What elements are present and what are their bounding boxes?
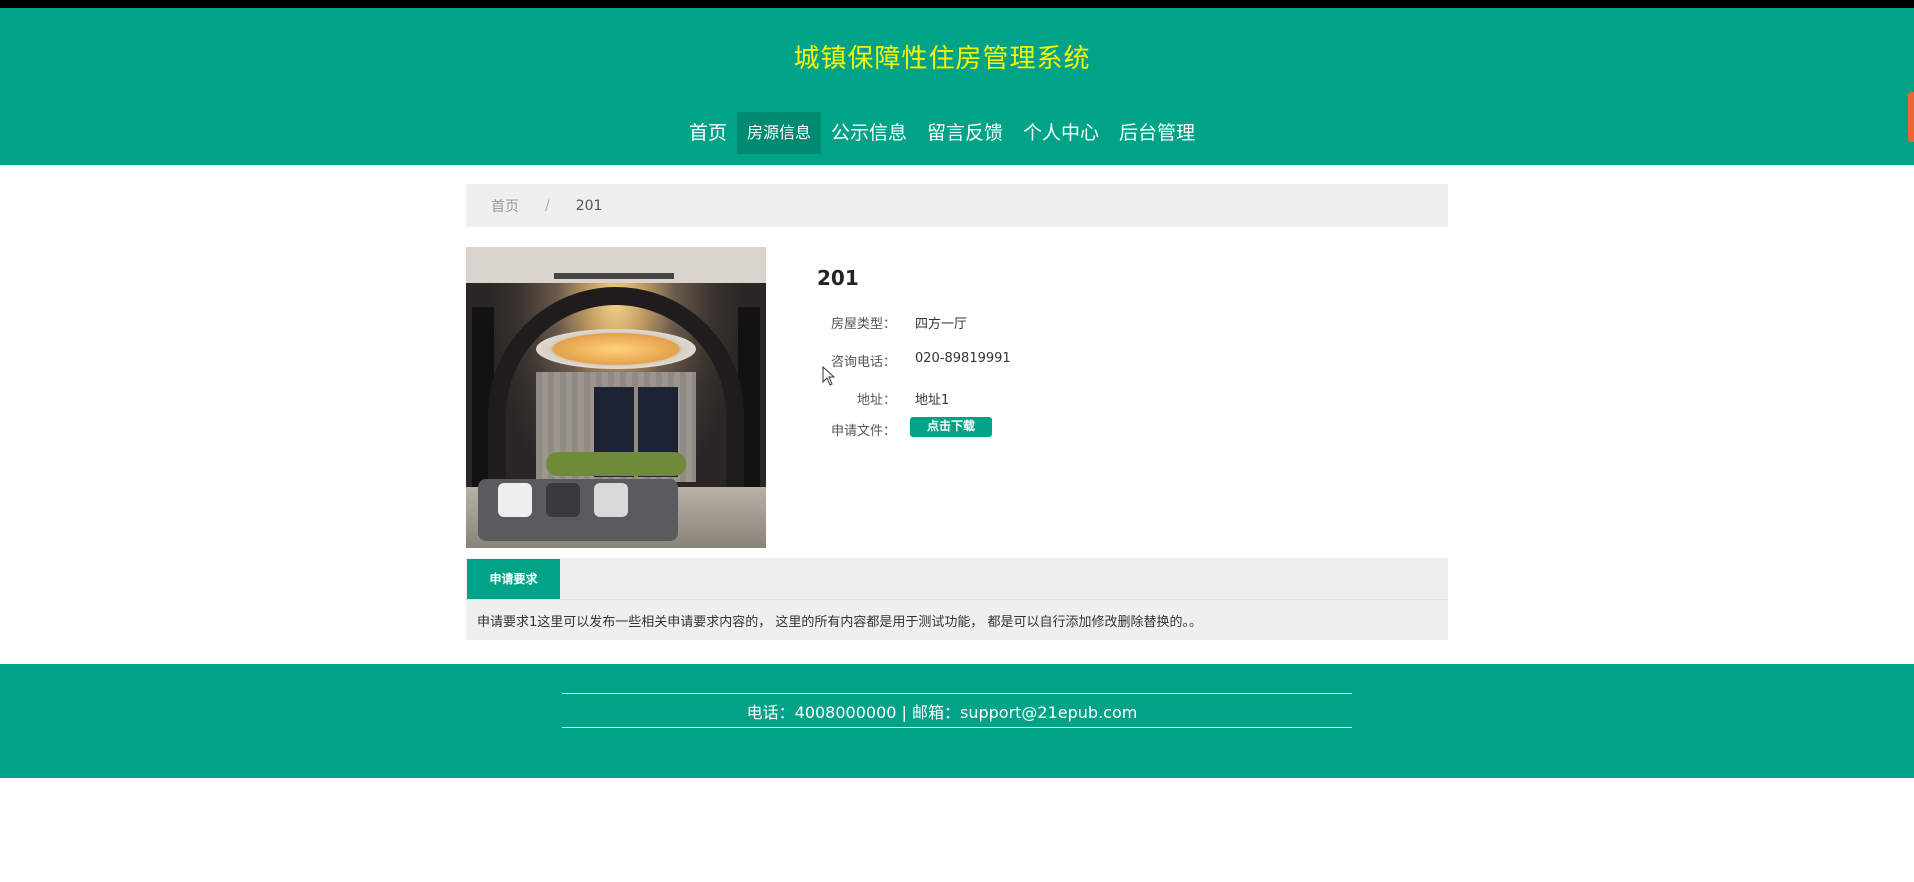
top-border <box>0 0 1914 8</box>
breadcrumb-current: 201 <box>575 197 603 214</box>
main-nav: 首页 房源信息 公示信息 留言反馈 个人中心 后台管理 <box>0 111 1884 155</box>
footer-divider-top <box>562 693 1352 694</box>
site-title: 城镇保障性住房管理系统 <box>793 44 1091 74</box>
field-application-file: 申请文件： <box>800 420 896 439</box>
footer-divider-bottom <box>562 727 1352 728</box>
field-value: 地址1 <box>915 393 950 408</box>
download-button[interactable]: 点击下载 <box>910 417 992 437</box>
listing-photo <box>466 247 766 548</box>
breadcrumb-separator: / <box>545 197 550 214</box>
field-value: 四方一厅 <box>915 317 968 332</box>
nav-item-user-center[interactable]: 个人中心 <box>1013 114 1109 152</box>
requirements-content: 申请要求1这里可以发布一些相关申请要求内容的， 这里的所有内容都是用于测试功能，… <box>477 615 1203 630</box>
mouse-cursor-icon <box>822 366 836 386</box>
tab-requirements[interactable]: 申请要求 <box>467 559 560 599</box>
field-label: 咨询电话： <box>830 355 896 370</box>
nav-item-admin[interactable]: 后台管理 <box>1109 114 1205 152</box>
nav-item-home[interactable]: 首页 <box>679 114 737 152</box>
scrollbar-handle[interactable] <box>1908 92 1914 142</box>
field-label: 申请文件： <box>830 424 896 439</box>
listing-title: 201 <box>817 266 859 290</box>
field-label: 地址： <box>856 393 896 408</box>
site-footer: 电话：4008000000 | 邮箱：support@21epub.com <box>0 664 1914 778</box>
field-address: 地址： 地址1 <box>800 389 949 408</box>
requirements-panel: 申请要求 申请要求1这里可以发布一些相关申请要求内容的， 这里的所有内容都是用于… <box>466 558 1448 640</box>
nav-item-listings[interactable]: 房源信息 <box>736 112 821 154</box>
nav-item-feedback[interactable]: 留言反馈 <box>917 114 1013 152</box>
nav-item-notices[interactable]: 公示信息 <box>821 114 917 152</box>
field-value: 020-89819991 <box>915 351 1011 366</box>
footer-contact: 电话：4008000000 | 邮箱：support@21epub.com <box>746 703 1138 722</box>
breadcrumb-home-link[interactable]: 首页 <box>491 196 519 216</box>
breadcrumb: 首页 / 201 <box>466 184 1448 227</box>
field-label: 房屋类型： <box>830 317 896 332</box>
field-house-type: 房屋类型： 四方一厅 <box>800 313 967 332</box>
site-header: 城镇保障性住房管理系统 首页 房源信息 公示信息 留言反馈 个人中心 后台管理 <box>0 8 1914 165</box>
tab-divider <box>466 599 1448 600</box>
